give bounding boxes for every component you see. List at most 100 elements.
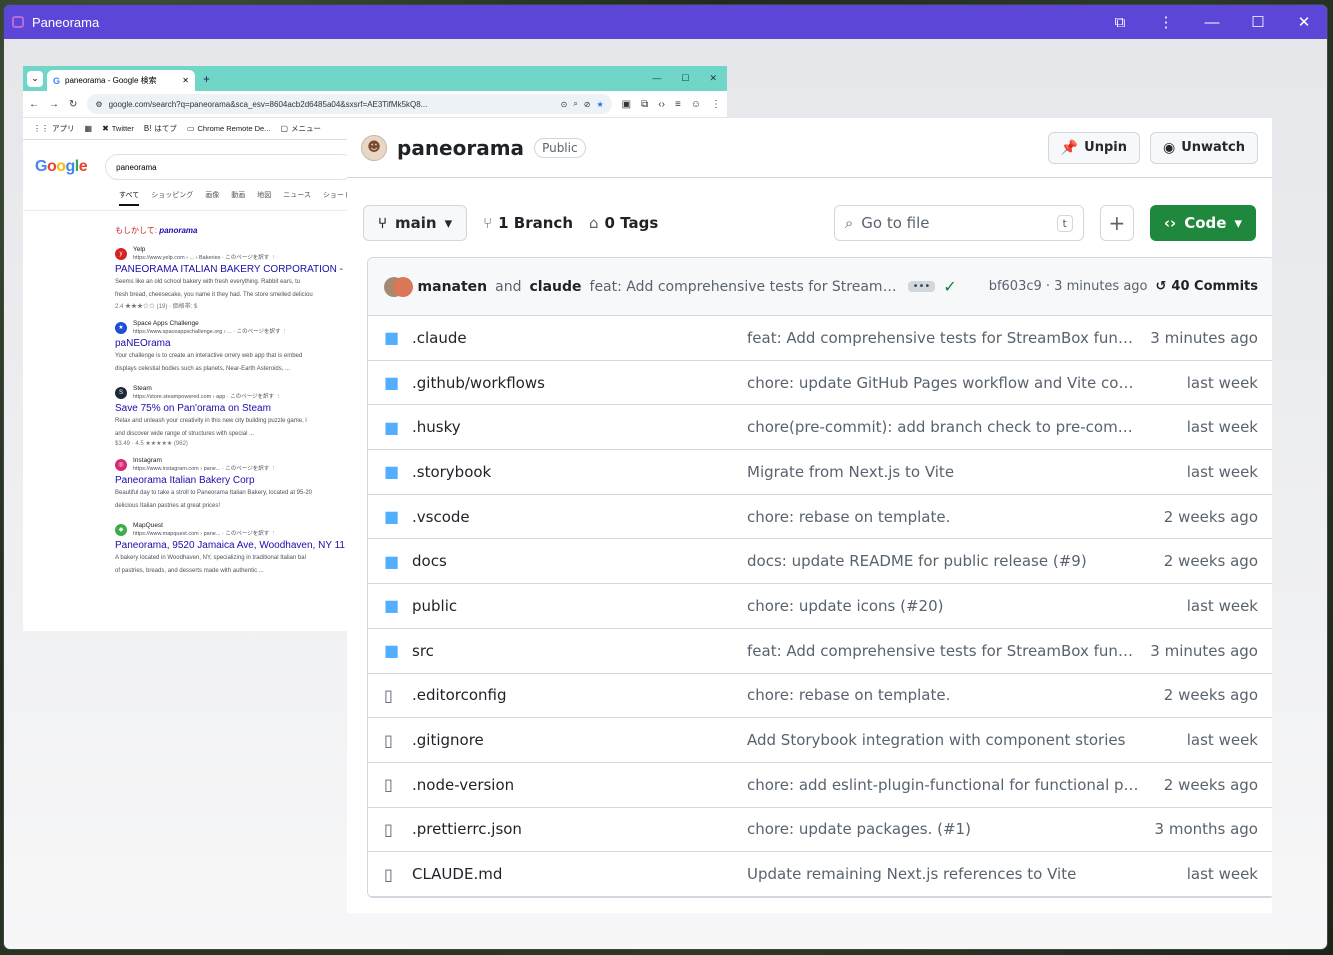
file-row: ■ .claude feat: Add comprehensive tests fo… <box>368 316 1272 361</box>
add-file-button[interactable]: + <box>1099 205 1134 241</box>
file-name[interactable]: .gitignore <box>412 731 747 749</box>
address-bar[interactable]: ⚙ google.com/search?q=paneorama&sca_esv=… <box>87 94 612 114</box>
maximize-button[interactable]: ☐ <box>1235 5 1281 39</box>
paneorama-window: Paneorama ⧉ ⋮ — ☐ ✕ ⌄ G paneorama - Goog… <box>4 5 1327 949</box>
reload-icon[interactable]: ↻ <box>69 99 77 110</box>
unpin-button[interactable]: 📌 Unpin <box>1047 131 1140 164</box>
bookmark-menu[interactable]: ▢ メニュー <box>280 123 321 134</box>
new-tab-button[interactable]: + <box>203 72 210 86</box>
bookmark-grid[interactable]: ▦ <box>85 124 93 133</box>
file-commit-message[interactable]: Migrate from Next.js to Vite <box>747 463 1139 481</box>
google-tab[interactable]: すべて <box>119 190 140 206</box>
profile-avatar[interactable]: ☺ <box>691 99 701 110</box>
commit-avatars <box>384 276 413 298</box>
grid-icon: ▦ <box>84 124 93 133</box>
bookmark-apps[interactable]: ⋮⋮ アプリ <box>33 123 75 134</box>
file-name[interactable]: .husky <box>412 418 747 436</box>
bookmark-hatena[interactable]: B! はてブ <box>144 123 177 134</box>
location-icon[interactable]: ⊙ <box>561 100 568 109</box>
file-name[interactable]: .editorconfig <box>412 686 747 704</box>
title-bar[interactable]: Paneorama ⧉ ⋮ — ☐ ✕ <box>4 5 1327 39</box>
google-logo[interactable]: Google <box>35 158 88 176</box>
chrome-menu-icon[interactable]: ⋮ <box>711 99 721 110</box>
commit-author[interactable]: claude <box>529 279 581 295</box>
google-tab[interactable]: 動画 <box>231 190 245 206</box>
go-to-file-input[interactable]: ⌕ Go to file t <box>833 205 1084 241</box>
repo-name[interactable]: paneorama <box>397 136 524 160</box>
file-row: ■ .github/workflows chore: update GitHub P… <box>368 361 1272 406</box>
file-name[interactable]: .node-version <box>412 776 747 794</box>
devtools-icon[interactable]: ‹› <box>658 99 665 110</box>
file-commit-message[interactable]: chore: rebase on template. <box>747 686 1139 704</box>
commits-link[interactable]: ↺ 40 Commits <box>1156 279 1259 294</box>
site-info-icon[interactable]: ⚙ <box>95 100 102 109</box>
commit-author[interactable]: manaten <box>418 279 488 295</box>
bookmark-remote[interactable]: ▭ Chrome Remote De... <box>187 124 271 133</box>
file-name[interactable]: .claude <box>412 329 747 347</box>
expand-commit-button[interactable]: ••• <box>907 281 936 292</box>
chrome-tab[interactable]: G paneorama - Google 検索 ✕ <box>47 70 195 91</box>
result-favicon-icon: S <box>115 386 127 399</box>
file-name[interactable]: public <box>412 597 747 615</box>
close-button[interactable]: ✕ <box>1281 5 1327 39</box>
extension-icon[interactable]: ▣ <box>622 99 631 110</box>
chrome-maximize-button[interactable]: ☐ <box>681 73 689 84</box>
google-tab[interactable]: ショッピング <box>151 190 193 206</box>
commit-sha[interactable]: bf603c9 · 3 minutes ago <box>989 279 1148 294</box>
file-commit-message[interactable]: chore: update GitHub Pages workflow and … <box>747 374 1139 392</box>
result-favicon-icon: y <box>115 247 127 260</box>
file-commit-message[interactable]: chore(pre-commit): add branch check to p… <box>747 418 1139 436</box>
file-commit-time: last week <box>1186 373 1258 392</box>
result-source-name: Space Apps Challenge <box>133 320 199 327</box>
folder-icon: ■ <box>384 462 400 482</box>
file-commit-message[interactable]: feat: Add comprehensive tests for Stream… <box>747 329 1139 347</box>
google-tab[interactable]: 画像 <box>205 190 219 206</box>
more-menu-icon[interactable]: ⋮ <box>1143 5 1189 39</box>
bookmark-star-icon[interactable]: ★ <box>597 100 604 109</box>
extensions-icon[interactable]: ⧉ <box>1097 5 1143 39</box>
google-search-input[interactable]: paneorama <box>105 154 356 180</box>
chrome-close-button[interactable]: ✕ <box>709 73 717 84</box>
minimize-button[interactable]: — <box>1189 5 1235 39</box>
tags-link[interactable]: ⌂ 0 Tags <box>589 214 658 232</box>
branch-selector[interactable]: ⑂ main ▾ <box>363 205 468 241</box>
file-name[interactable]: .github/workflows <box>412 374 747 392</box>
result-favicon-icon: ◎ <box>115 458 127 471</box>
chrome-minimize-button[interactable]: — <box>652 73 661 84</box>
chrome-tab-bar: ⌄ G paneorama - Google 検索 ✕ + — ☐ ✕ <box>23 66 727 91</box>
suggest-link[interactable]: panorama <box>159 226 197 235</box>
file-commit-message[interactable]: chore: update packages. (#1) <box>747 820 1139 838</box>
zoom-icon[interactable]: ⌕ <box>573 99 577 109</box>
file-name[interactable]: docs <box>412 552 747 570</box>
file-name[interactable]: src <box>412 642 747 660</box>
reading-list-icon[interactable]: ≡ <box>675 99 681 110</box>
puzzle-icon[interactable]: ⧉ <box>641 99 648 110</box>
google-tab[interactable]: ニュース <box>283 190 311 206</box>
file-name[interactable]: .storybook <box>412 463 747 481</box>
file-commit-message[interactable]: chore: update icons (#20) <box>747 597 1139 615</box>
google-tab[interactable]: 地図 <box>257 190 271 206</box>
file-name[interactable]: .prettierrc.json <box>412 820 747 838</box>
file-commit-message[interactable]: chore: add eslint-plugin-functional for … <box>747 776 1139 794</box>
file-name[interactable]: CLAUDE.md <box>412 865 747 883</box>
file-name[interactable]: .vscode <box>412 508 747 526</box>
owner-avatar[interactable]: ☻ <box>361 134 387 161</box>
back-icon[interactable]: ← <box>29 99 39 110</box>
tab-close-icon[interactable]: ✕ <box>182 76 189 85</box>
check-icon[interactable]: ✓ <box>943 277 956 296</box>
branches-link[interactable]: ⑂ 1 Branch <box>483 214 573 232</box>
bookmark-twitter[interactable]: ✖ Twitter <box>102 124 134 133</box>
chrome-tab-title: paneorama - Google 検索 <box>65 76 157 85</box>
file-commit-message[interactable]: Update remaining Next.js references to V… <box>747 865 1139 883</box>
file-commit-message[interactable]: chore: rebase on template. <box>747 508 1139 526</box>
tab-search-icon[interactable]: ⌄ <box>27 70 43 87</box>
file-commit-message[interactable]: feat: Add comprehensive tests for Stream… <box>747 642 1139 660</box>
code-button[interactable]: ‹› Code ▾ <box>1149 205 1256 241</box>
commit-message[interactable]: feat: Add comprehensive tests for Stream… <box>590 279 900 295</box>
forward-icon[interactable]: → <box>49 99 59 110</box>
file-commit-message[interactable]: docs: update README for public release (… <box>747 552 1139 570</box>
file-commit-message[interactable]: Add Storybook integration with component… <box>747 731 1139 749</box>
file-commit-time: last week <box>1186 731 1258 750</box>
eye-off-icon[interactable]: ⊘ <box>584 100 591 109</box>
unwatch-button[interactable]: ◉ Unwatch <box>1150 131 1258 164</box>
